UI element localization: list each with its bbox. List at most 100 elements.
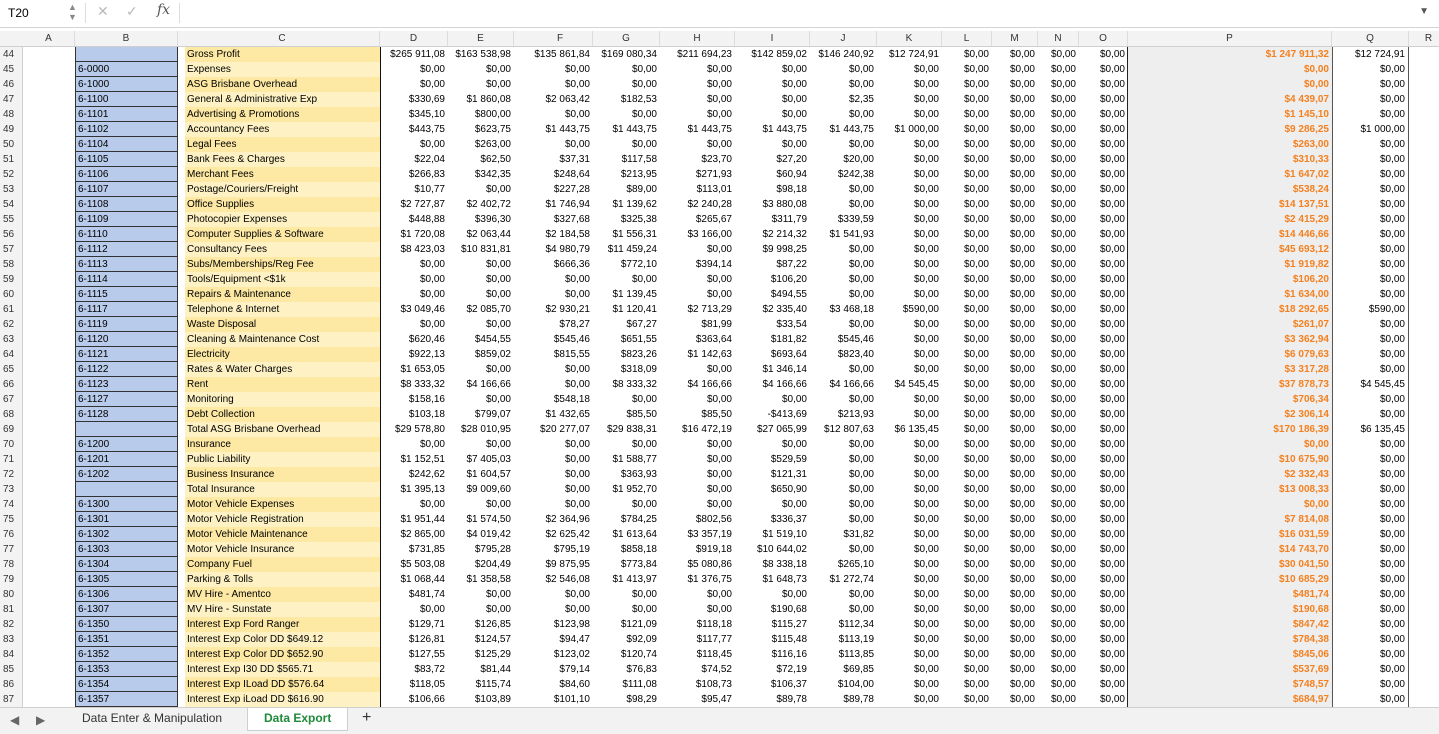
account-code-cell[interactable]: [75, 47, 178, 62]
value-cell[interactable]: $0,00: [1079, 647, 1128, 662]
account-name-cell[interactable]: ASG Brisbane Overhead: [185, 77, 380, 92]
account-code-cell[interactable]: 6-1112: [75, 242, 178, 257]
value-cell[interactable]: $1 746,94: [528, 197, 593, 212]
value-cell[interactable]: $0,00: [877, 602, 942, 617]
value-cell[interactable]: $0,00: [528, 287, 593, 302]
total-cell[interactable]: $14 446,66: [1128, 227, 1332, 242]
value-cell[interactable]: $0,00: [877, 77, 942, 92]
value-cell[interactable]: $7 405,03: [448, 452, 514, 467]
value-cell[interactable]: $0,00: [660, 242, 735, 257]
value-cell[interactable]: $2 713,29: [660, 302, 735, 317]
account-name-cell[interactable]: Interest Exp Color DD $652.90: [185, 647, 380, 662]
value-cell[interactable]: $103,89: [448, 692, 514, 707]
value-cell[interactable]: $94,47: [528, 632, 593, 647]
value-cell[interactable]: $339,59: [810, 212, 877, 227]
total-cell[interactable]: $310,33: [1128, 152, 1332, 167]
value-cell[interactable]: $0,00: [942, 512, 992, 527]
value-cell[interactable]: $443,75: [380, 122, 448, 137]
value-cell[interactable]: $1 068,44: [380, 572, 448, 587]
account-code-cell[interactable]: 6-1120: [75, 332, 178, 347]
value-cell[interactable]: $1 556,31: [593, 227, 660, 242]
value-cell[interactable]: $0,00: [877, 167, 942, 182]
value-cell[interactable]: $0,00: [1038, 257, 1079, 272]
value-cell[interactable]: $0,00: [1079, 212, 1128, 227]
account-code-cell[interactable]: 6-1300: [75, 497, 178, 512]
value-cell[interactable]: $0,00: [992, 77, 1038, 92]
value-cell[interactable]: $0,00: [1038, 167, 1079, 182]
column-header-d[interactable]: D: [380, 31, 448, 46]
account-name-cell[interactable]: Accountancy Fees: [185, 122, 380, 137]
value-cell[interactable]: $0,00: [1079, 347, 1128, 362]
account-name-cell[interactable]: Tools/Equipment <$1k: [185, 272, 380, 287]
value-cell[interactable]: $0,00: [660, 482, 735, 497]
value-cell[interactable]: $0,00: [942, 152, 992, 167]
value-cell[interactable]: $5 503,08: [380, 557, 448, 572]
account-code-cell[interactable]: [75, 422, 178, 437]
account-name-cell[interactable]: Total ASG Brisbane Overhead: [185, 422, 380, 437]
row-header[interactable]: 86: [0, 677, 22, 692]
value-cell[interactable]: $0,00: [810, 77, 877, 92]
total-cell[interactable]: $16 031,59: [1128, 527, 1332, 542]
value-cell[interactable]: $1 541,93: [810, 227, 877, 242]
value-cell[interactable]: $1 000,00: [877, 122, 942, 137]
account-name-cell[interactable]: Business Insurance: [185, 467, 380, 482]
value-cell[interactable]: $1 653,05: [380, 362, 448, 377]
value-cell[interactable]: $0,00: [735, 92, 810, 107]
value-cell[interactable]: $2 546,08: [528, 572, 593, 587]
value-cell[interactable]: $0,00: [1332, 347, 1409, 362]
row-header[interactable]: 83: [0, 632, 22, 647]
value-cell[interactable]: $0,00: [992, 497, 1038, 512]
value-cell[interactable]: $0,00: [810, 257, 877, 272]
account-code-cell[interactable]: 6-1121: [75, 347, 178, 362]
tab-data-export[interactable]: Data Export: [247, 708, 349, 731]
value-cell[interactable]: $0,00: [1079, 272, 1128, 287]
value-cell[interactable]: $11 459,24: [593, 242, 660, 257]
value-cell[interactable]: $0,00: [877, 392, 942, 407]
value-cell[interactable]: $0,00: [1038, 632, 1079, 647]
value-cell[interactable]: $0,00: [1038, 362, 1079, 377]
value-cell[interactable]: $0,00: [877, 197, 942, 212]
value-cell[interactable]: $363,93: [593, 467, 660, 482]
value-cell[interactable]: $113,19: [810, 632, 877, 647]
value-cell[interactable]: $0,00: [992, 422, 1038, 437]
column-header-c[interactable]: C: [185, 31, 380, 46]
account-code-cell[interactable]: 6-1110: [75, 227, 178, 242]
account-code-cell[interactable]: 6-1109: [75, 212, 178, 227]
value-cell[interactable]: $0,00: [992, 392, 1038, 407]
column-header-f[interactable]: F: [528, 31, 593, 46]
account-name-cell[interactable]: Motor Vehicle Registration: [185, 512, 380, 527]
value-cell[interactable]: $81,99: [660, 317, 735, 332]
value-cell[interactable]: $0,00: [942, 362, 992, 377]
total-cell[interactable]: $10 685,29: [1128, 572, 1332, 587]
value-cell[interactable]: $4 019,42: [448, 527, 514, 542]
value-cell[interactable]: $0,00: [660, 137, 735, 152]
value-cell[interactable]: $0,00: [1332, 332, 1409, 347]
value-cell[interactable]: $623,75: [448, 122, 514, 137]
account-name-cell[interactable]: Legal Fees: [185, 137, 380, 152]
value-cell[interactable]: $0,00: [992, 407, 1038, 422]
value-cell[interactable]: $0,00: [992, 377, 1038, 392]
value-cell[interactable]: $1 443,75: [735, 122, 810, 137]
value-cell[interactable]: $1 443,75: [593, 122, 660, 137]
value-cell[interactable]: $0,00: [1332, 107, 1409, 122]
account-name-cell[interactable]: Company Fuel: [185, 557, 380, 572]
value-cell[interactable]: $0,00: [1079, 557, 1128, 572]
value-cell[interactable]: $0,00: [942, 242, 992, 257]
value-cell[interactable]: $0,00: [942, 227, 992, 242]
value-cell[interactable]: $4 980,79: [528, 242, 593, 257]
value-cell[interactable]: $0,00: [992, 182, 1038, 197]
value-cell[interactable]: $0,00: [1332, 692, 1409, 707]
row-header[interactable]: 61: [0, 302, 22, 317]
value-cell[interactable]: $126,81: [380, 632, 448, 647]
value-cell[interactable]: $0,00: [1079, 107, 1128, 122]
value-cell[interactable]: $106,37: [735, 677, 810, 692]
value-cell[interactable]: $0,00: [1038, 47, 1079, 62]
value-cell[interactable]: $69,85: [810, 662, 877, 677]
value-cell[interactable]: $0,00: [992, 227, 1038, 242]
row-header[interactable]: 74: [0, 497, 22, 512]
account-code-cell[interactable]: 6-1304: [75, 557, 178, 572]
value-cell[interactable]: $327,68: [528, 212, 593, 227]
total-cell[interactable]: $1 919,82: [1128, 257, 1332, 272]
row-header[interactable]: 67: [0, 392, 22, 407]
account-code-cell[interactable]: 6-1113: [75, 257, 178, 272]
